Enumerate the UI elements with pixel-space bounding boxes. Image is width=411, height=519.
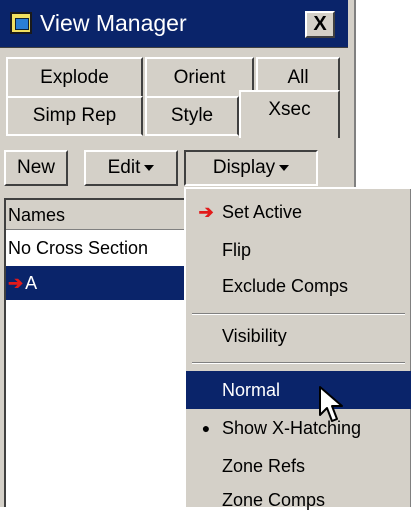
menu-item-normal[interactable]: Normal: [186, 371, 411, 409]
active-arrow-icon: ➔: [8, 273, 24, 293]
close-button[interactable]: X: [305, 11, 335, 38]
menu-separator: [192, 362, 405, 364]
list-item[interactable]: ➔ A: [6, 266, 200, 300]
red-arrow-icon: ➔: [198, 201, 214, 222]
list-item-label: No Cross Section: [8, 238, 149, 258]
tab-explode[interactable]: Explode: [6, 57, 143, 97]
mouse-pointer-icon: [319, 386, 343, 422]
title-bar[interactable]: View Manager X: [0, 0, 348, 48]
menu-item-label: Exclude Comps: [222, 275, 349, 296]
menu-item-label: Visibility: [222, 325, 287, 346]
tab-xsec[interactable]: Xsec: [239, 90, 340, 138]
menu-item-zone-comps[interactable]: Zone Comps: [186, 481, 411, 519]
tab-style[interactable]: Style: [145, 96, 239, 136]
list-header-names[interactable]: Names: [6, 200, 200, 230]
display-menu-button[interactable]: Display: [184, 150, 318, 186]
menu-item-label: Zone Comps: [222, 489, 326, 510]
names-list[interactable]: Names No Cross Section ➔ A: [4, 198, 200, 507]
list-item-label: A: [25, 273, 38, 293]
display-dropdown-menu: ➔ Set Active Flip Exclude Comps Visibili…: [184, 187, 411, 510]
bullet-check-icon: ●: [201, 420, 211, 436]
chevron-down-icon: [144, 165, 155, 171]
menu-item-zone-refs[interactable]: Zone Refs: [186, 447, 411, 485]
menu-item-visibility[interactable]: Visibility: [186, 317, 411, 355]
menu-item-set-active[interactable]: ➔ Set Active: [186, 193, 411, 231]
tab-orient[interactable]: Orient: [145, 57, 254, 97]
edit-menu-button[interactable]: Edit: [84, 150, 178, 186]
menu-item-label: Normal: [222, 379, 281, 400]
menu-item-show-x-hatching[interactable]: ● Show X-Hatching: [186, 409, 411, 447]
tab-simp-rep[interactable]: Simp Rep: [6, 96, 143, 136]
menu-separator: [192, 313, 405, 315]
chevron-down-icon: [279, 165, 290, 171]
menu-item-label: Flip: [222, 239, 252, 260]
menu-item-label: Set Active: [222, 201, 303, 222]
display-button-label: Display: [212, 157, 276, 178]
menu-item-flip[interactable]: Flip: [186, 231, 411, 269]
list-item[interactable]: No Cross Section: [6, 231, 200, 265]
window-title: View Manager: [40, 10, 187, 36]
edit-button-label: Edit: [107, 157, 141, 178]
new-button[interactable]: New: [4, 150, 68, 186]
app-icon: [10, 12, 32, 34]
new-button-label: New: [16, 157, 55, 178]
menu-item-label: Zone Refs: [222, 455, 306, 476]
menu-item-exclude-comps[interactable]: Exclude Comps: [186, 267, 411, 305]
